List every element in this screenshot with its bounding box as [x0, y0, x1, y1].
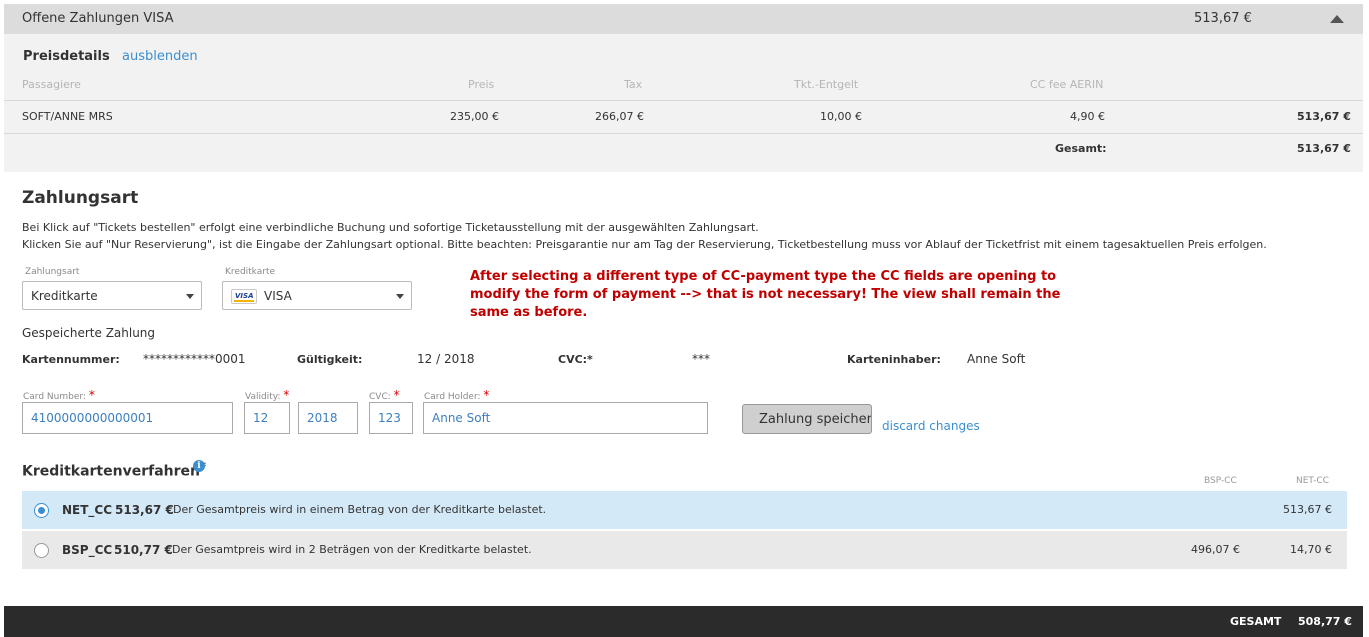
- option-amount: 513,67 €: [115, 503, 174, 517]
- total-value: 513,67 €: [1297, 142, 1351, 155]
- credit-card-value: VISA: [264, 289, 292, 303]
- col-header-passengers: Passagiere: [22, 78, 81, 91]
- col-header-ticket-fee: Tkt.-Entgelt: [794, 78, 859, 91]
- option-code: BSP_CC: [62, 543, 113, 557]
- visa-logo-text: VISA: [235, 292, 254, 300]
- card-holder-input[interactable]: Anne Soft: [423, 402, 708, 434]
- section-title: Offene Zahlungen VISA: [22, 11, 174, 26]
- payment-type-heading: Zahlungsart: [22, 188, 139, 208]
- passenger-name: SOFT/ANNE MRS: [22, 110, 113, 123]
- col-header-tax: Tax: [624, 78, 643, 91]
- card-holder-label: Card Holder: *: [424, 388, 490, 402]
- col-header-cc-fee: CC fee AERIN: [1030, 78, 1104, 91]
- validity-year-input[interactable]: 2018: [298, 402, 358, 434]
- saved-cvc-value: ***: [692, 352, 710, 366]
- payment-type-label: Zahlungsart: [25, 267, 80, 277]
- option-description: Der Gesamtpreis wird in einem Betrag von…: [173, 503, 547, 516]
- payment-type-value: Kreditkarte: [31, 289, 98, 303]
- option-bsp-cc[interactable]: BSP_CC 510,77 € Der Gesamtpreis wird in …: [22, 531, 1347, 569]
- info-icon[interactable]: i: [193, 460, 205, 472]
- collapse-caret-icon[interactable]: [1330, 15, 1344, 23]
- validity-month-input[interactable]: 12: [244, 402, 290, 434]
- chevron-down-icon: [186, 294, 194, 299]
- hide-details-link[interactable]: ausblenden: [122, 49, 198, 64]
- cvc-input[interactable]: 123: [369, 402, 413, 434]
- discard-changes-link[interactable]: discard changes: [882, 419, 980, 433]
- saved-cvc-label: CVC:*: [558, 353, 593, 366]
- tax-value: 266,07 €: [595, 110, 644, 123]
- saved-validity-value: 12 / 2018: [417, 352, 475, 366]
- card-number-label: Card Number: *: [23, 388, 95, 402]
- section-amount: 513,67 €: [1194, 11, 1252, 26]
- col-header-net-cc: NET-CC: [1296, 476, 1329, 486]
- total-footer-bar: GESAMT 508,77 €: [4, 606, 1363, 637]
- credit-card-select[interactable]: VISA VISA: [222, 281, 412, 310]
- visa-card-icon: VISA: [231, 289, 257, 304]
- price-details-title: Preisdetails: [23, 49, 110, 64]
- option-description: Der Gesamtpreis wird in 2 Beträgen von d…: [172, 543, 532, 556]
- ticket-fee-value: 10,00 €: [820, 110, 862, 123]
- price-details-panel: Preisdetails ausblenden Passagiere Preis…: [4, 34, 1363, 172]
- save-payment-button[interactable]: Zahlung speichern: [742, 404, 872, 434]
- saved-card-number-label: Kartennummer:: [22, 353, 120, 366]
- total-label: Gesamt:: [1055, 142, 1107, 155]
- saved-holder-value: Anne Soft: [967, 352, 1026, 366]
- annotation-line-1: After selecting a different type of CC-p…: [470, 269, 1057, 284]
- option-net-cc[interactable]: NET_CC 513,67 € Der Gesamtpreis wird in …: [22, 491, 1347, 529]
- payment-type-select[interactable]: Kreditkarte: [22, 281, 202, 310]
- option-bsp-value: 496,07 €: [1191, 543, 1240, 556]
- credit-card-label: Kreditkarte: [225, 267, 276, 277]
- option-net-value: 14,70 €: [1290, 543, 1332, 556]
- card-number-input[interactable]: 4100000000000001: [22, 402, 233, 434]
- saved-holder-label: Karteninhaber:: [847, 353, 941, 366]
- chevron-down-icon: [396, 294, 404, 299]
- saved-card-number-value: ************0001: [143, 352, 246, 366]
- saved-validity-label: Gültigkeit:: [297, 353, 363, 366]
- row-total-value: 513,67 €: [1297, 110, 1351, 123]
- payment-section-header[interactable]: Offene Zahlungen VISA 513,67 €: [4, 4, 1363, 34]
- price-value: 235,00 €: [450, 110, 499, 123]
- annotation-line-2: modify the form of payment --> that is n…: [470, 287, 1061, 302]
- footer-total-value: 508,77 €: [1298, 615, 1352, 628]
- cvc-label: CVC: *: [369, 388, 400, 402]
- col-header-price: Preis: [468, 78, 495, 91]
- col-header-bsp-cc: BSP-CC: [1204, 476, 1237, 486]
- footer-total-label: GESAMT: [1230, 615, 1282, 628]
- radio-bsp-cc[interactable]: [34, 543, 49, 558]
- annotation-line-3: same as before.: [470, 305, 588, 320]
- info-text-line-2: Klicken Sie auf "Nur Reservierung", ist …: [22, 238, 1267, 251]
- radio-net-cc[interactable]: [34, 503, 49, 518]
- saved-payment-title: Gespeicherte Zahlung: [22, 326, 156, 340]
- option-code: NET_CC: [62, 503, 113, 517]
- cc-fee-value: 4,90 €: [1070, 110, 1105, 123]
- card-procedure-heading: Kreditkartenverfahren*: [22, 459, 206, 480]
- validity-label: Validity: *: [245, 388, 290, 402]
- option-net-value: 513,67 €: [1283, 503, 1332, 516]
- info-text-line-1: Bei Klick auf "Tickets bestellen" erfolg…: [22, 221, 759, 234]
- option-amount: 510,77 €: [114, 543, 173, 557]
